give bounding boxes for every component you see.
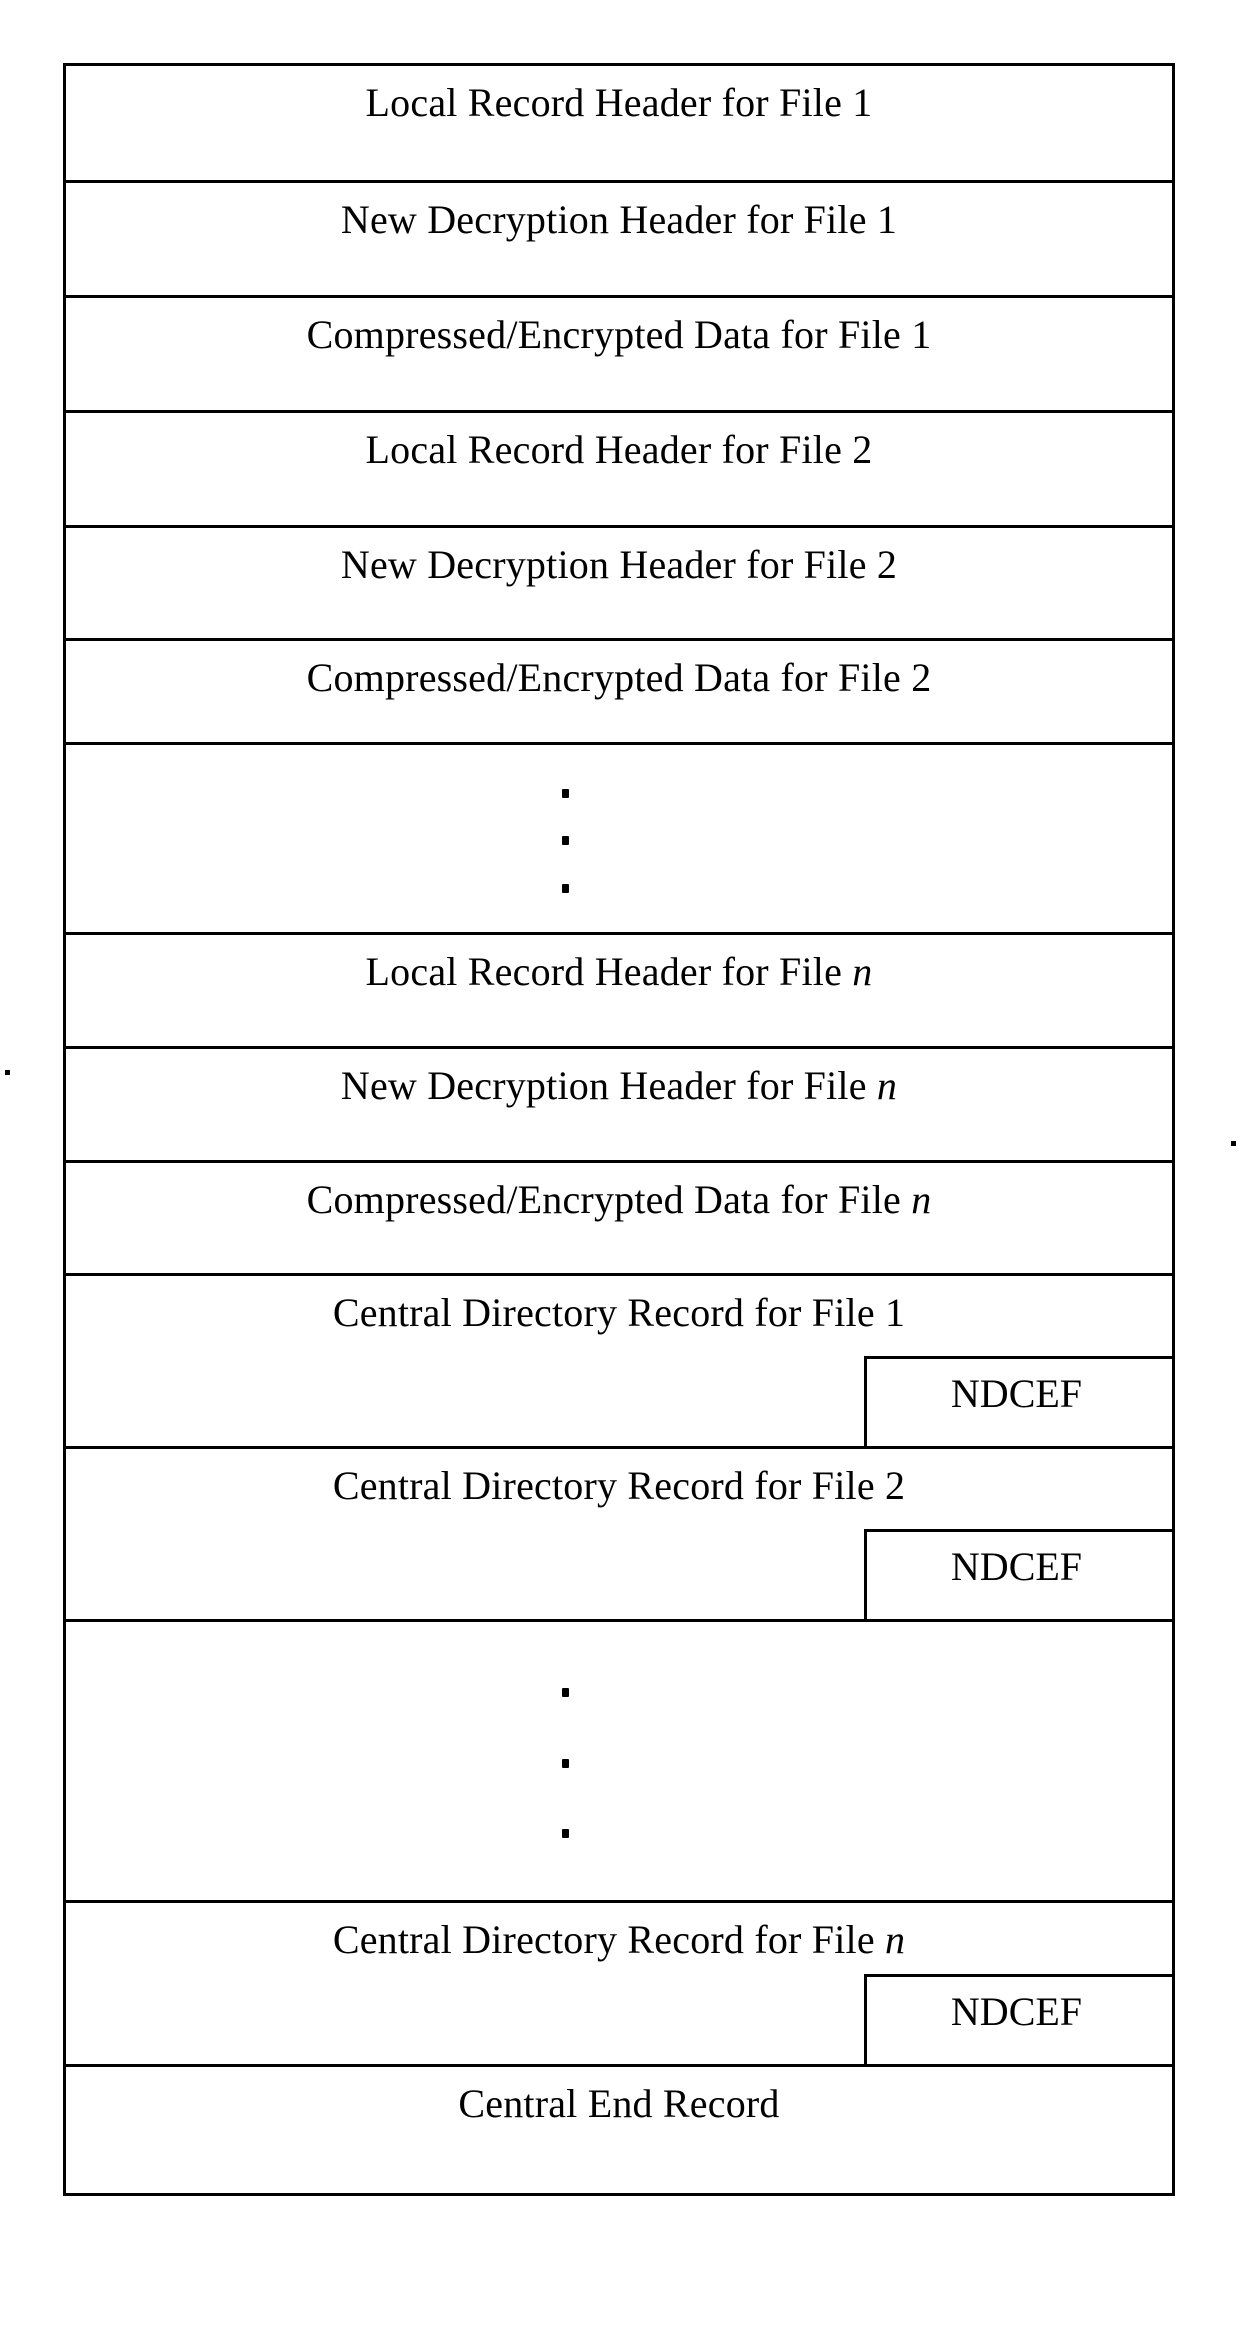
row-local-record-header-file-n: Local Record Header for File n — [66, 935, 1172, 1049]
ndcef-extra-field-box: NDCEF — [864, 1356, 1175, 1449]
row-new-decryption-header-file-2: New Decryption Header for File 2 — [66, 528, 1172, 641]
local-record-header-file-1-label: Local Record Header for File 1 — [365, 80, 873, 125]
row-central-directory-record-file-n: Central Directory Record for File n NDCEF — [66, 1903, 1175, 2067]
central-end-record-label: Central End Record — [458, 2081, 780, 2126]
vertical-ellipsis-icon — [66, 745, 1172, 932]
file-index-variable: n — [852, 949, 873, 994]
row-central-directory-record-file-2: Central Directory Record for File 2 NDCEF — [66, 1449, 1175, 1622]
compressed-encrypted-data-file-1-label: Compressed/Encrypted Data for File 1 — [306, 312, 932, 357]
row-new-decryption-header-file-1: New Decryption Header for File 1 — [66, 183, 1172, 298]
left-margin-scan-artifact — [5, 1070, 10, 1075]
new-decryption-header-file-2-label: New Decryption Header for File 2 — [340, 542, 898, 587]
row-central-directory-record-file-1: Central Directory Record for File 1 NDCEF — [66, 1276, 1175, 1449]
compressed-encrypted-data-file-2-label: Compressed/Encrypted Data for File 2 — [306, 655, 932, 700]
row-local-record-header-file-2: Local Record Header for File 2 — [66, 413, 1172, 528]
local-record-header-file-2-label: Local Record Header for File 2 — [365, 427, 873, 472]
row-new-decryption-header-file-n: New Decryption Header for File n — [66, 1049, 1172, 1163]
new-decryption-header-file-n-label: New Decryption Header for File n — [340, 1063, 898, 1108]
ellipsis-dot — [562, 884, 569, 893]
ndcef-label: NDCEF — [950, 1544, 1083, 1589]
row-vertical-ellipsis-central-records — [66, 1622, 1172, 1903]
right-margin-scan-artifact — [1231, 1141, 1236, 1146]
row-vertical-ellipsis-local-records — [66, 745, 1172, 935]
zip-file-structure-diagram: Local Record Header for File 1 New Decryp… — [63, 63, 1175, 2196]
file-index-variable: n — [884, 1917, 906, 1962]
new-decryption-header-file-1-label: New Decryption Header for File 1 — [340, 197, 898, 242]
row-compressed-encrypted-data-file-2: Compressed/Encrypted Data for File 2 — [66, 641, 1172, 745]
central-directory-record-file-1-label: Central Directory Record for File 1 — [332, 1290, 906, 1335]
file-index-variable: n — [876, 1063, 898, 1108]
ndcef-extra-field-box: NDCEF — [864, 1974, 1175, 2067]
row-local-record-header-file-1: Local Record Header for File 1 — [66, 66, 1172, 183]
ellipsis-dot — [562, 1759, 569, 1768]
row-compressed-encrypted-data-file-n: Compressed/Encrypted Data for File n — [66, 1163, 1172, 1276]
ellipsis-dot — [562, 789, 569, 798]
ndcef-label: NDCEF — [950, 1989, 1083, 2034]
row-central-end-record: Central End Record — [66, 2067, 1172, 2170]
row-compressed-encrypted-data-file-1: Compressed/Encrypted Data for File 1 — [66, 298, 1172, 413]
vertical-ellipsis-icon — [66, 1622, 1172, 1900]
central-directory-record-file-2-label: Central Directory Record for File 2 — [332, 1463, 906, 1508]
local-record-header-file-n-label: Local Record Header for File n — [365, 949, 873, 994]
ndcef-label: NDCEF — [950, 1371, 1083, 1416]
ellipsis-dot — [562, 836, 569, 845]
ellipsis-dot — [562, 1829, 569, 1838]
ellipsis-dot — [562, 1688, 569, 1697]
compressed-encrypted-data-file-n-label: Compressed/Encrypted Data for File n — [306, 1177, 932, 1222]
file-index-variable: n — [911, 1177, 932, 1222]
ndcef-extra-field-box: NDCEF — [864, 1529, 1175, 1622]
central-directory-record-file-n-label: Central Directory Record for File n — [332, 1917, 906, 1962]
